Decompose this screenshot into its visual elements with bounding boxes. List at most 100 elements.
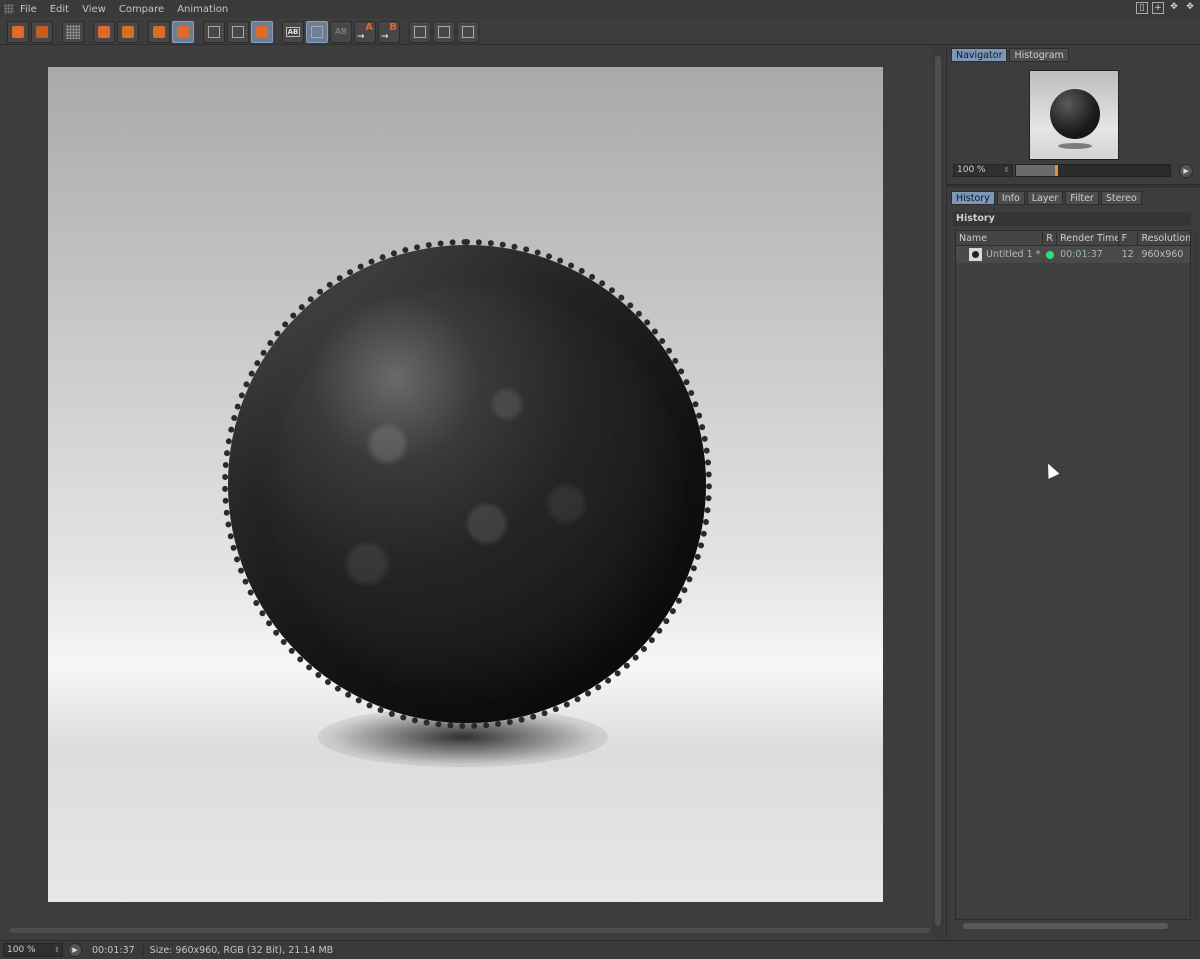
b-label: B (389, 21, 397, 33)
panel-layout-icon[interactable]: ▯ (1136, 2, 1148, 14)
toolbar: AB AB A → B → (0, 19, 1200, 45)
viewport-horizontal-scroll-thumb[interactable] (10, 928, 930, 933)
viewport-horizontal-scrollbar[interactable] (0, 926, 932, 936)
grid-button[interactable] (62, 20, 84, 43)
window-controls: ▯ + ✥ ✥ (1136, 2, 1196, 14)
status-zoom-field[interactable]: 100 % ⇕ (3, 943, 63, 957)
menu-file[interactable]: File (20, 4, 37, 15)
status-spinner-icon[interactable]: ⇕ (54, 944, 60, 956)
image-viewport[interactable] (0, 46, 944, 939)
menu-view[interactable]: View (82, 4, 106, 15)
status-image-info: Size: 960x960, RGB (32 Bit), 21.14 MB (149, 944, 334, 956)
layout-1-button[interactable] (409, 20, 431, 43)
layout-2-icon (438, 25, 450, 38)
history-scroll-thumb[interactable] (963, 923, 1168, 929)
layout-2-button[interactable] (433, 20, 455, 43)
status-dot-icon (1046, 250, 1055, 259)
view-region-button[interactable] (203, 20, 225, 43)
tab-history[interactable]: History (951, 191, 995, 205)
open-icon (12, 25, 24, 38)
thumbnail-shadow (1058, 143, 1092, 149)
paste-icon (177, 25, 189, 38)
expand-icon[interactable]: + (1152, 2, 1164, 14)
view-region-eye-button[interactable] (227, 20, 249, 43)
menu-compare[interactable]: Compare (119, 4, 164, 15)
navigator-zoom-bar: 100 % ⇕ ▶ (953, 163, 1193, 178)
column-name[interactable]: Name (956, 231, 1044, 245)
history-section-title: History (953, 212, 1191, 226)
spinner-icon[interactable]: ⇕ (1004, 165, 1010, 176)
render-region-button[interactable] (117, 20, 139, 43)
thumbnail-sphere (1050, 89, 1100, 139)
open-button[interactable] (7, 20, 29, 43)
column-f[interactable]: F (1119, 231, 1139, 245)
tab-histogram[interactable]: Histogram (1009, 48, 1069, 62)
a-label: A (365, 21, 373, 33)
history-tabs: History Info Layer Filter Stereo (947, 191, 1146, 205)
table-row[interactable]: Untitled 1 * 00:01:37 12 960x960 (956, 246, 1190, 263)
move-icon-2[interactable]: ✥ (1184, 2, 1196, 14)
zoom-slider-fill (1015, 165, 1055, 176)
column-r[interactable]: R (1043, 231, 1058, 245)
view-user-icon (256, 25, 268, 38)
history-table: Name R Render Time F Resolution Untitled… (955, 230, 1191, 920)
navigator-zoom-slider[interactable] (1014, 164, 1172, 177)
panel-separator (947, 184, 1200, 188)
paste-button[interactable] (172, 20, 194, 43)
zoom-slider-knob[interactable] (1054, 165, 1058, 176)
tab-filter[interactable]: Filter (1065, 191, 1099, 205)
menu-bar: File Edit View Compare Animation ▯ + ✥ ✥ (0, 0, 1200, 18)
row-thumbnail (969, 248, 982, 261)
ab-dim-label: AB (334, 27, 348, 36)
render-region-icon (122, 25, 134, 38)
view-user-button[interactable] (251, 20, 273, 43)
history-table-header: Name R Render Time F Resolution (956, 231, 1190, 246)
copy-button[interactable] (148, 20, 170, 43)
menu-edit[interactable]: Edit (50, 4, 69, 15)
save-icon (36, 25, 48, 38)
layout-3-icon (462, 25, 474, 38)
navigator-zoom-value: 100 % (957, 165, 986, 175)
move-icon[interactable]: ✥ (1168, 2, 1180, 14)
tab-navigator[interactable]: Navigator (951, 48, 1008, 62)
column-resolution[interactable]: Resolution (1138, 231, 1190, 245)
status-render-time: 00:01:37 (92, 944, 144, 956)
row-name-cell: Untitled 1 * (956, 248, 1043, 261)
set-a-button[interactable]: A → (354, 20, 376, 43)
menu-animation[interactable]: Animation (177, 4, 228, 15)
row-name: Untitled 1 * (986, 249, 1041, 260)
arrow-icon-a: → (357, 31, 365, 42)
tab-stereo[interactable]: Stereo (1100, 191, 1142, 205)
render-button[interactable] (93, 20, 115, 43)
ab-split-button[interactable] (306, 20, 328, 43)
status-play-icon[interactable]: ▶ (68, 943, 82, 957)
view-eye-icon (232, 25, 244, 38)
history-horizontal-scrollbar[interactable] (955, 922, 1191, 930)
save-button[interactable] (31, 20, 53, 43)
menu-grip-icon (4, 4, 14, 14)
navigator-zoom-field[interactable]: 100 % ⇕ (953, 164, 1013, 177)
grid-icon (66, 24, 80, 39)
row-resolution: 960x960 (1141, 249, 1184, 260)
view-region-icon (208, 25, 220, 38)
history-vertical-scrollbar[interactable] (1193, 230, 1199, 920)
column-render-time[interactable]: Render Time (1057, 231, 1119, 245)
tab-info[interactable]: Info (996, 191, 1025, 205)
tab-layer[interactable]: Layer (1026, 191, 1064, 205)
layout-3-button[interactable] (457, 20, 479, 43)
status-zoom-value: 100 % (7, 945, 36, 955)
split-icon (311, 25, 323, 38)
navigator-thumbnail[interactable] (1029, 70, 1119, 160)
right-panel: Navigator Histogram 100 % ⇕ ▶ History In… (946, 46, 1200, 939)
ab-compare-button[interactable]: AB (282, 20, 304, 43)
rendered-sphere (222, 239, 712, 729)
navigator-play-icon[interactable]: ▶ (1179, 163, 1193, 178)
ab-dim-button[interactable]: AB (330, 20, 352, 43)
layout-1-icon (414, 25, 426, 38)
viewport-vertical-scrollbar[interactable] (932, 46, 944, 939)
set-b-button[interactable]: B → (378, 20, 400, 43)
render-icon (98, 25, 110, 38)
row-status-cell (1043, 250, 1057, 259)
arrow-icon-b: → (381, 31, 389, 42)
viewport-vertical-scroll-thumb[interactable] (935, 56, 941, 926)
